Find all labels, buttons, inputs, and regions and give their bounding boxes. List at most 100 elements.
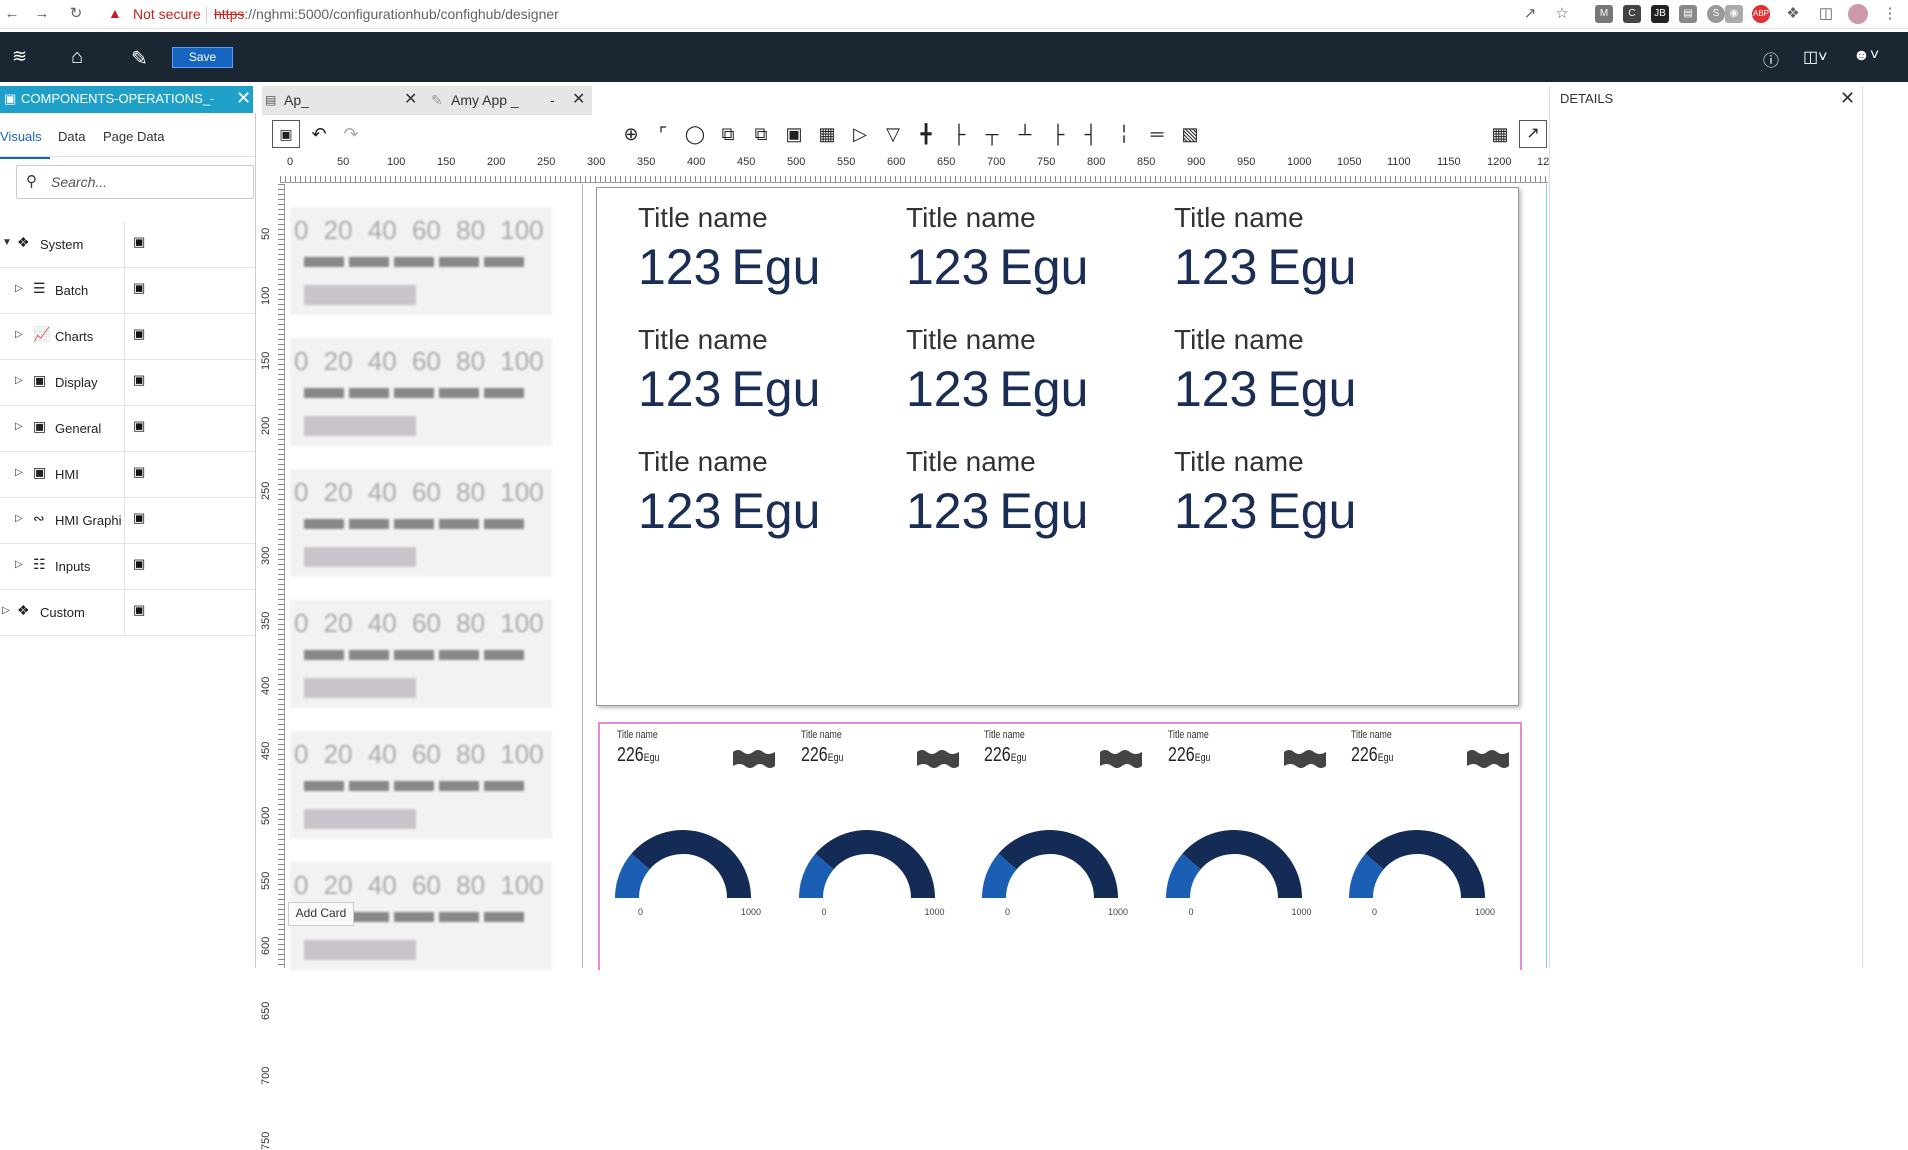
gauge-arc	[982, 830, 1118, 898]
align-right-icon[interactable]: ┤	[1077, 120, 1105, 148]
close-icon[interactable]: ✕	[572, 86, 585, 114]
align-center-icon[interactable]: ╋	[912, 120, 940, 148]
brush-icon[interactable]: ✎	[131, 46, 148, 71]
thumbnail-pill	[304, 547, 416, 567]
card-thumbnail[interactable]: 0 20 40 60 80 100	[290, 469, 552, 577]
collapsed-arrow-icon[interactable]: ▷	[15, 283, 23, 294]
collapsed-arrow-icon[interactable]: ▷	[2, 605, 10, 616]
send-backward-icon[interactable]: ⧉	[747, 120, 775, 148]
align-bottom-icon[interactable]: ┴	[1011, 120, 1039, 148]
format-paint-icon[interactable]: ◯	[681, 120, 709, 148]
tree-item-custom[interactable]: ▷ ❖ Custom ▣	[0, 589, 255, 636]
grid-off-icon[interactable]: ▦	[1486, 120, 1514, 148]
skype-extension-icon[interactable]: S	[1707, 5, 1725, 23]
layout-icon[interactable]: ◫˅	[1803, 47, 1827, 67]
collapsed-arrow-icon[interactable]: ▷	[15, 467, 23, 478]
expanded-arrow-icon[interactable]: ▼	[2, 237, 12, 248]
thumbnail-bar	[394, 388, 434, 398]
doc-extension-icon[interactable]: ▤	[1679, 5, 1697, 23]
tree-item-label: HMI	[55, 467, 79, 482]
home-icon[interactable]: ⌂	[71, 46, 83, 69]
puzzle-icon[interactable]: ❖	[1783, 4, 1803, 24]
tree-item-display[interactable]: ▷ ▣ Display ▣	[0, 359, 255, 406]
close-icon[interactable]: ✕	[1840, 88, 1855, 109]
properties-icon[interactable]: ▧	[1176, 120, 1204, 148]
collapsed-arrow-icon[interactable]: ▷	[15, 375, 23, 386]
close-icon[interactable]: ✕	[236, 88, 251, 109]
tree-item-hmi[interactable]: ▷ ▣ HMI ▣	[0, 451, 255, 498]
connector-icon[interactable]: ⌜	[649, 120, 677, 148]
thumbnail-bar	[349, 388, 389, 398]
thumbnail-bar	[304, 519, 344, 529]
preview-icon[interactable]: ▣	[272, 120, 300, 148]
not-secure-label[interactable]: Not secure	[133, 6, 201, 22]
back-icon[interactable]: ←	[2, 4, 22, 24]
gauge-value: 226Egu	[1167, 744, 1210, 766]
card-thumbnail[interactable]: 0 20 40 60 80 100	[290, 731, 552, 839]
flip-horizontal-icon[interactable]: ▷	[846, 120, 874, 148]
kpi-title: Title name	[906, 202, 1036, 233]
menu-icon[interactable]: ⋮	[1880, 4, 1900, 24]
tree-item-charts[interactable]: ▷ 📈 Charts ▣	[0, 313, 255, 360]
tab-app[interactable]: Ap_	[284, 86, 309, 114]
close-icon[interactable]: ✕	[404, 86, 417, 114]
minimize-icon[interactable]: -	[550, 86, 555, 114]
camera-extension-icon[interactable]: ◉	[1725, 5, 1743, 23]
flip-vertical-icon[interactable]: ▽	[879, 120, 907, 148]
url-scheme: https	[214, 6, 245, 22]
scrollbar[interactable]	[1862, 86, 1863, 968]
tab-amy-app[interactable]: Amy App _	[451, 86, 519, 114]
tree-item-inputs[interactable]: ▷ ☷ Inputs ▣	[0, 543, 255, 590]
extension-icon[interactable]: C	[1623, 5, 1641, 23]
undo-icon[interactable]: ↶	[305, 120, 333, 148]
thumbnail-scale: 0 20 40 60 80 100	[294, 739, 544, 769]
gauge-min-label: 0	[1372, 907, 1378, 917]
tab-visuals[interactable]: Visuals	[0, 129, 42, 144]
save-button[interactable]: Save	[172, 47, 233, 68]
redo-icon[interactable]: ↷	[337, 120, 365, 148]
card-thumbnail[interactable]: 0 20 40 60 80 100	[290, 338, 552, 446]
distribute-horizontal-icon[interactable]: ╎	[1110, 120, 1138, 148]
group-icon[interactable]: ▣	[780, 120, 808, 148]
tree-item-general[interactable]: ▷ ▣ General ▣	[0, 405, 255, 452]
ungroup-icon[interactable]: ▦	[813, 120, 841, 148]
align-middle-icon[interactable]: ├	[1044, 120, 1072, 148]
url-bar[interactable]: https://nghmi:5000/configurationhub/conf…	[214, 6, 559, 22]
collapsed-arrow-icon[interactable]: ▷	[15, 513, 23, 524]
align-top-icon[interactable]: ┬	[978, 120, 1006, 148]
logo-icon[interactable]: ≋	[12, 46, 27, 67]
forward-icon[interactable]: →	[32, 4, 52, 24]
user-icon[interactable]: ☻˅	[1853, 47, 1879, 65]
reload-icon[interactable]: ↻	[66, 4, 86, 24]
ruler-tick-label: 200	[260, 416, 272, 435]
gauge-title: Title name	[1351, 729, 1392, 741]
share-icon[interactable]: ↗	[1520, 4, 1540, 24]
card-thumbnail[interactable]: 0 20 40 60 80 100	[290, 600, 552, 708]
components-icon: ❖	[17, 234, 30, 250]
help-icon[interactable]: ⓘ	[1763, 47, 1779, 71]
ruler-tick-label: 250	[260, 481, 272, 500]
tab-data[interactable]: Data	[58, 129, 85, 144]
tree-item-hmi-graphics[interactable]: ▷ ∾ HMI Graphi ▣	[0, 497, 255, 544]
add-icon[interactable]: ⊕	[617, 120, 645, 148]
jb-extension-icon[interactable]: JB	[1651, 5, 1669, 23]
ruler-tick-label: 450	[260, 741, 272, 760]
collapsed-arrow-icon[interactable]: ▷	[15, 329, 23, 340]
gmail-extension-icon[interactable]: M	[1595, 5, 1613, 23]
add-card-tooltip: Add Card	[288, 902, 354, 926]
collapsed-arrow-icon[interactable]: ▷	[15, 421, 23, 432]
collapsed-arrow-icon[interactable]: ▷	[15, 559, 23, 570]
adblock-extension-icon[interactable]: ABP	[1752, 5, 1770, 23]
distribute-vertical-icon[interactable]: ═	[1143, 120, 1171, 148]
fullscreen-icon[interactable]: ↗	[1519, 120, 1547, 148]
star-icon[interactable]: ☆	[1552, 4, 1572, 24]
sidepanel-icon[interactable]: ◫	[1816, 4, 1836, 24]
card-thumbnail[interactable]: 0 20 40 60 80 100	[290, 207, 552, 315]
tree-item-system[interactable]: ▼ ❖ System ▣	[0, 221, 255, 268]
tree-item-batch[interactable]: ▷ ☰ Batch ▣	[0, 267, 255, 314]
profile-avatar[interactable]	[1848, 4, 1868, 24]
tab-page-data[interactable]: Page Data	[103, 129, 164, 144]
align-left-icon[interactable]: ├	[945, 120, 973, 148]
thumbnail-bar	[439, 912, 479, 922]
bring-forward-icon[interactable]: ⧉	[714, 120, 742, 148]
